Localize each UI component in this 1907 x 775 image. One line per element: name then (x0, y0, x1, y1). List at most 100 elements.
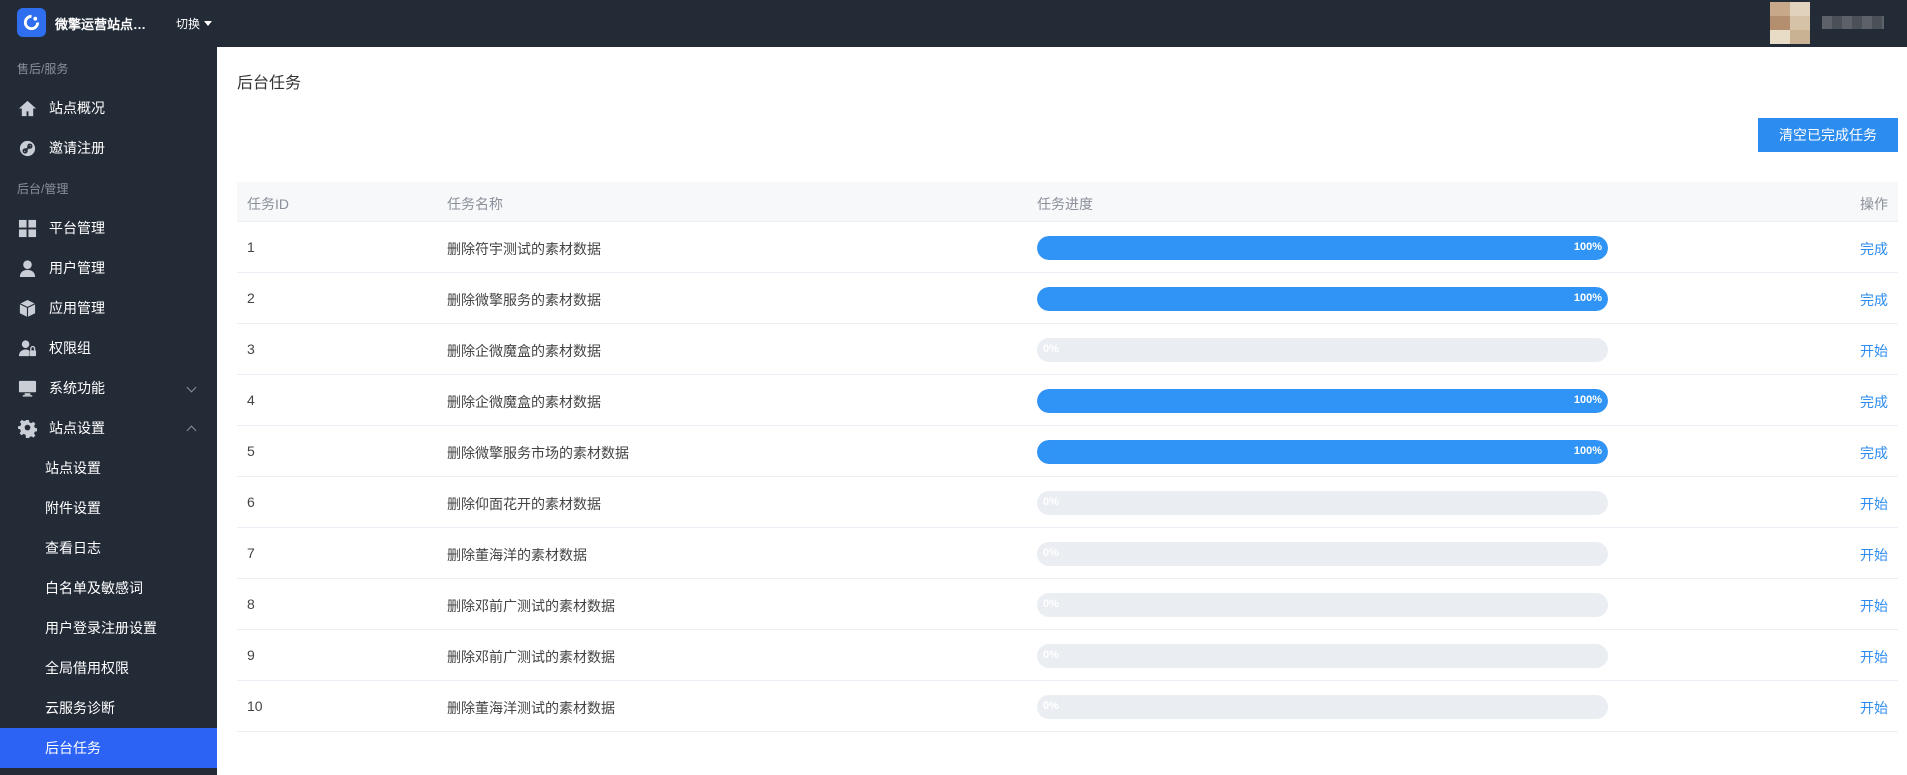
task-action-link[interactable]: 完成 (1860, 392, 1888, 412)
avatar-pixel (1770, 30, 1790, 44)
progress-label: 100% (1573, 445, 1602, 457)
sidebar-item-label: 站点概况 (49, 100, 105, 116)
sidebar-item-apps[interactable]: 应用管理 (0, 288, 217, 328)
top-bar: 微擎运营站点… 切换 (0, 0, 1907, 47)
sidebar-item-label: 平台管理 (49, 220, 105, 236)
progress-fill (1037, 440, 1608, 464)
sidebar-subitem-login-settings[interactable]: 用户登录注册设置 (0, 608, 217, 648)
task-name: 删除邓前广测试的素材数据 (447, 649, 615, 665)
header-task-name: 任务名称 (447, 196, 503, 212)
switch-site-button[interactable]: 切换 (176, 15, 213, 32)
task-id: 7 (247, 545, 255, 561)
sidebar-item-label: 系统功能 (49, 380, 105, 396)
page-title: 后台任务 (237, 75, 302, 92)
task-action-link[interactable]: 完成 (1860, 443, 1888, 463)
sidebar-subitem-attachment-settings[interactable]: 附件设置 (0, 488, 217, 528)
sidebar-item-label: 用户管理 (49, 260, 105, 276)
sidebar: 售后/服务 站点概况 邀请注册 后台/管理 平台管理 用户管理 应用管理 权限组… (0, 47, 217, 775)
sidebar-item-permissions[interactable]: 权限组 (0, 328, 217, 368)
progress-bar: 0% (1037, 491, 1608, 515)
task-id: 9 (247, 647, 255, 663)
progress-label: 100% (1573, 394, 1602, 406)
task-id: 8 (247, 596, 255, 612)
progress-label: 100% (1573, 241, 1602, 253)
header-task-id: 任务ID (247, 196, 289, 212)
sidebar-subitem-view-logs[interactable]: 查看日志 (0, 528, 217, 568)
grid-icon (18, 219, 37, 238)
task-name: 删除微擎服务市场的素材数据 (447, 445, 629, 461)
task-id: 4 (247, 392, 255, 408)
sidebar-item-invite[interactable]: 邀请注册 (0, 128, 217, 168)
task-action-link[interactable]: 开始 (1860, 647, 1888, 667)
progress-label: 100% (1573, 292, 1602, 304)
site-logo[interactable] (17, 8, 46, 37)
task-action-link[interactable]: 开始 (1860, 341, 1888, 361)
gear-icon (18, 419, 37, 438)
progress-bar: 0% (1037, 695, 1608, 719)
table-row: 9 删除邓前广测试的素材数据 0% 开始 (237, 630, 1898, 681)
progress-bar: 0% (1037, 593, 1608, 617)
task-name: 删除符宇测试的素材数据 (447, 241, 601, 257)
progress-bar: 100% (1037, 389, 1608, 413)
progress-fill (1037, 236, 1608, 260)
task-action-link[interactable]: 开始 (1860, 698, 1888, 718)
sidebar-item-overview[interactable]: 站点概况 (0, 88, 217, 128)
table-row: 4 删除企微魔盒的素材数据 100% 完成 (237, 375, 1898, 426)
table-row: 1 删除符宇测试的素材数据 100% 完成 (237, 222, 1898, 273)
home-icon (18, 99, 37, 118)
sidebar-subitem-cloud-diagnosis[interactable]: 云服务诊断 (0, 688, 217, 728)
sidebar-subitem-global-borrow[interactable]: 全局借用权限 (0, 648, 217, 688)
sidebar-item-site-settings[interactable]: 站点设置 (0, 408, 217, 448)
site-name[interactable]: 微擎运营站点… (55, 14, 146, 33)
sidebar-subitem-whitelist[interactable]: 白名单及敏感词 (0, 568, 217, 608)
progress-label: 0% (1043, 496, 1059, 508)
sidebar-item-label: 应用管理 (49, 300, 105, 316)
user-name-blurred[interactable] (1822, 16, 1884, 29)
progress-label: 0% (1043, 649, 1059, 661)
progress-bar: 0% (1037, 338, 1608, 362)
sidebar-item-system[interactable]: 系统功能 (0, 368, 217, 408)
monitor-icon (18, 379, 37, 398)
sidebar-subitem-background-tasks[interactable]: 后台任务 (0, 728, 217, 768)
sidebar-item-label: 站点设置 (49, 420, 105, 436)
sidebar-item-label: 权限组 (49, 340, 91, 356)
avatar-pixel (1770, 16, 1790, 30)
user-avatar[interactable] (1770, 2, 1810, 44)
tasks-table: 任务ID 任务名称 任务进度 操作 1 删除符宇测试的素材数据 100% 完成 2 删除微… (237, 182, 1898, 732)
task-name: 删除邓前广测试的素材数据 (447, 598, 615, 614)
task-name: 删除董海洋的素材数据 (447, 547, 587, 563)
table-row: 8 删除邓前广测试的素材数据 0% 开始 (237, 579, 1898, 630)
sidebar-subitem-site-settings[interactable]: 站点设置 (0, 448, 217, 488)
avatar-pixel (1790, 2, 1810, 16)
task-name: 删除微擎服务的素材数据 (447, 292, 601, 308)
progress-bar: 100% (1037, 287, 1608, 311)
task-action-link[interactable]: 完成 (1860, 290, 1888, 310)
link-icon (18, 139, 37, 158)
task-name: 删除企微魔盒的素材数据 (447, 394, 601, 410)
chevron-up-icon (186, 425, 197, 436)
table-row: 3 删除企微魔盒的素材数据 0% 开始 (237, 324, 1898, 375)
progress-fill (1037, 389, 1608, 413)
progress-label: 0% (1043, 700, 1059, 712)
task-action-link[interactable]: 开始 (1860, 494, 1888, 514)
user-lock-icon (18, 339, 37, 358)
table-row: 7 删除董海洋的素材数据 0% 开始 (237, 528, 1898, 579)
task-action-link[interactable]: 开始 (1860, 596, 1888, 616)
task-name: 删除董海洋测试的素材数据 (447, 700, 615, 716)
sidebar-item-label: 邀请注册 (49, 140, 105, 156)
caret-down-icon (204, 21, 213, 26)
table-row: 5 删除微擎服务市场的素材数据 100% 完成 (237, 426, 1898, 477)
task-action-link[interactable]: 开始 (1860, 545, 1888, 565)
progress-bar: 100% (1037, 236, 1608, 260)
table-header: 任务ID 任务名称 任务进度 操作 (237, 182, 1898, 222)
group-label-admin: 后台/管理 (17, 182, 69, 196)
task-id: 1 (247, 239, 255, 255)
task-action-link[interactable]: 完成 (1860, 239, 1888, 259)
task-id: 10 (247, 698, 263, 714)
clear-completed-tasks-button[interactable]: 清空已完成任务 (1758, 118, 1898, 152)
task-name: 删除仰面花开的素材数据 (447, 496, 601, 512)
sidebar-item-users[interactable]: 用户管理 (0, 248, 217, 288)
sidebar-item-platform[interactable]: 平台管理 (0, 208, 217, 248)
cube-icon (18, 299, 37, 318)
progress-label: 0% (1043, 598, 1059, 610)
